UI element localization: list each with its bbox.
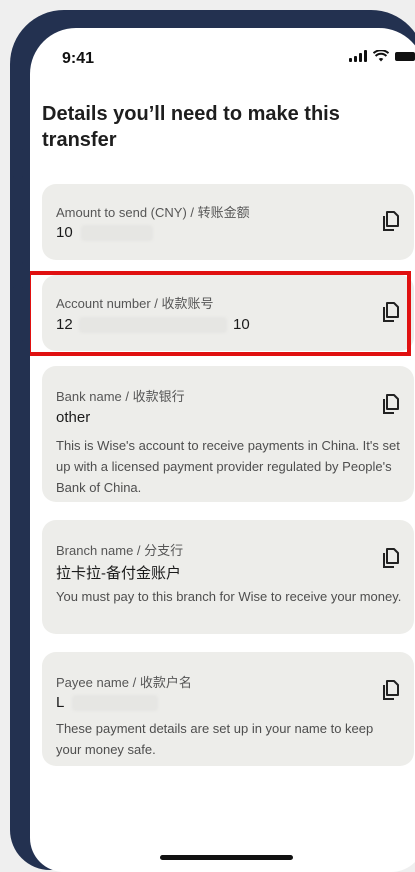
copy-icon[interactable] [382,394,400,414]
page-title: Details you’ll need to make this transfe… [42,103,340,151]
silent-switch [13,147,23,179]
redacted-payee-name [71,695,158,712]
copy-icon[interactable] [382,211,400,231]
home-indicator[interactable] [160,855,293,860]
volume-up-button [13,207,23,265]
signal-icon [349,50,367,62]
wifi-icon [373,50,389,62]
bank-name-label: Bank name / 收款银行 [56,389,185,404]
payee-name-value: L [56,694,158,712]
phone-frame: 9:41 Details you’ll need to make this tr… [10,10,415,872]
payee-name-text: L [56,694,64,711]
copy-icon[interactable] [382,548,400,568]
redacted-account-number [78,317,227,334]
branch-name-note: You must pay to this branch for Wise to … [56,589,402,604]
amount-card: Amount to send (CNY) / 转账金额 10 [42,184,414,260]
account-number-value: 12 10 [56,316,250,334]
battery-icon [395,52,415,61]
branch-name-value: 拉卡拉-备付金账户 [56,565,181,582]
bank-name-card: Bank name / 收款银行 other This is Wise's ac… [42,366,414,502]
account-number-start: 12 [56,316,73,333]
account-number-end: 10 [233,316,250,333]
amount-label: Amount to send (CNY) / 转账金额 [56,205,250,220]
copy-icon[interactable] [382,680,400,700]
copy-icon[interactable] [382,302,400,322]
amount-value: 10 [56,224,153,242]
status-time: 9:41 [62,50,95,67]
status-bar: 9:41 [30,28,415,78]
phone-screen: 9:41 Details you’ll need to make this tr… [30,28,415,872]
payee-name-label: Payee name / 收款户名 [56,675,192,690]
status-icons [349,50,415,62]
bank-name-note: This is Wise's account to receive paymen… [56,438,400,495]
branch-name-card: Branch name / 分支行 拉卡拉-备付金账户 You must pay… [42,520,414,634]
branch-name-label: Branch name / 分支行 [56,543,184,558]
bank-name-value: other [56,409,91,426]
volume-down-button [13,285,23,343]
account-number-label: Account number / 收款账号 [56,296,214,311]
account-number-card: Account number / 收款账号 12 10 [42,275,414,351]
payee-name-card: Payee name / 收款户名 L These payment detail… [42,652,414,766]
redacted-amount [80,225,153,242]
payee-name-note: These payment details are set up in your… [56,721,374,757]
amount-value-text: 10 [56,224,73,241]
